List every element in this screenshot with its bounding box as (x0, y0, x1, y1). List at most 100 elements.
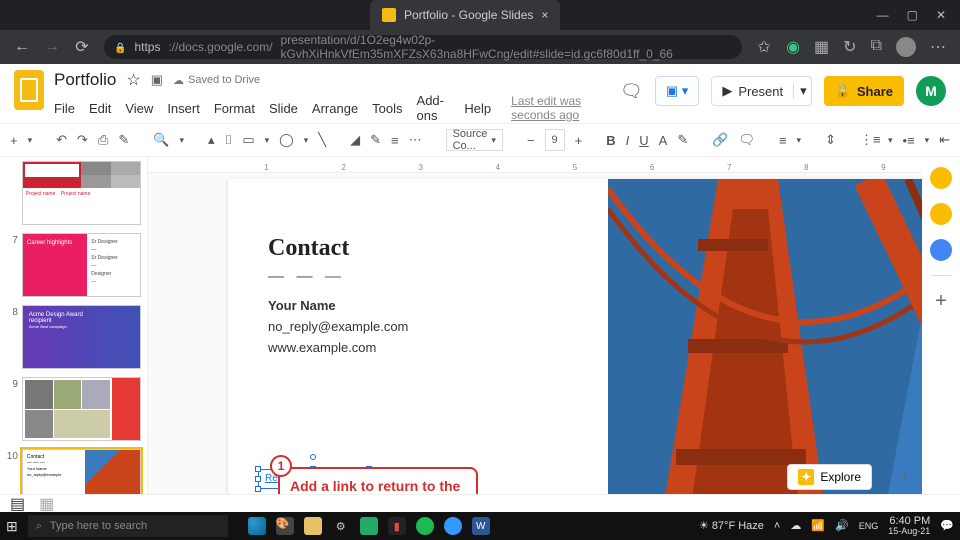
thumbnail-pane[interactable]: Project name Project name 7 Career highl… (0, 157, 148, 494)
tray-volume-icon[interactable]: 🔊 (835, 519, 849, 532)
comments-icon[interactable]: 🗨 (620, 81, 643, 102)
filmstrip-view-icon[interactable]: ▤ (10, 494, 25, 514)
side-expand-icon[interactable]: › (903, 468, 908, 486)
tray-date[interactable]: 15-Aug-21 (888, 527, 930, 537)
ext3-icon[interactable]: ↻ (843, 37, 856, 57)
share-button[interactable]: 🔒 Share (824, 76, 904, 106)
window-maximize-icon[interactable]: ▢ (907, 8, 918, 22)
nav-back-icon[interactable]: ← (14, 39, 30, 55)
comment-button[interactable]: 🗨 (738, 132, 755, 148)
link-button[interactable]: 🔗 (712, 132, 728, 148)
font-select[interactable]: Source Co...▾ (446, 129, 503, 151)
num-list-button[interactable]: ⋮≡ (860, 132, 878, 148)
bold-button[interactable]: B (606, 133, 615, 148)
menu-addons[interactable]: Add-ons (417, 93, 451, 123)
tray-language[interactable]: ENG (859, 521, 879, 531)
taskbar-app-explorer[interactable] (304, 517, 322, 535)
add-addon-icon[interactable]: + (935, 290, 947, 313)
new-slide-menu[interactable]: ▾ (28, 135, 33, 146)
menu-format[interactable]: Format (214, 101, 255, 116)
menu-slide[interactable]: Slide (269, 101, 298, 116)
window-close-icon[interactable]: ✕ (936, 8, 946, 22)
menu-arrange[interactable]: Arrange (312, 101, 358, 116)
underline-button[interactable]: U (639, 133, 648, 148)
explore-button[interactable]: ✦ Explore (787, 464, 872, 490)
move-icon[interactable]: ▣ (151, 72, 163, 88)
calendar-addon-icon[interactable] (930, 167, 952, 189)
taskbar-app-settings[interactable]: ⚙ (332, 517, 350, 535)
italic-button[interactable]: I (626, 133, 630, 148)
slide-email[interactable]: no_reply@example.com (268, 317, 408, 338)
slide-thumb-active[interactable]: 10 Contact— — —Your Nameno_reply@example (6, 449, 141, 494)
taskbar-app-office[interactable]: ▮ (388, 517, 406, 535)
tray-network-icon[interactable]: 📶 (811, 519, 825, 532)
nav-reload-icon[interactable]: ⟳ (74, 39, 90, 55)
slide-thumb[interactable]: Project name Project name (6, 161, 141, 225)
image-tool[interactable]: ▭ (242, 132, 254, 148)
menu-tools[interactable]: Tools (372, 101, 402, 116)
redo-button[interactable]: ↷ (77, 132, 88, 148)
nav-forward-icon[interactable]: → (44, 39, 60, 55)
menu-icon[interactable]: ⋯ (930, 37, 946, 57)
tasks-addon-icon[interactable] (930, 239, 952, 261)
account-avatar[interactable]: M (916, 76, 946, 106)
highlight-button[interactable]: ✎ (677, 132, 688, 148)
menu-help[interactable]: Help (464, 101, 491, 116)
slide-thumb[interactable]: 9 (6, 377, 141, 441)
taskbar-app-edge[interactable] (248, 517, 266, 535)
slide-website[interactable]: www.example.com (268, 338, 408, 359)
menu-view[interactable]: View (125, 101, 153, 116)
outdent-button[interactable]: ⇤ (939, 132, 950, 148)
slide-image[interactable] (608, 179, 922, 494)
font-inc-button[interactable]: + (575, 133, 583, 148)
slide-canvas[interactable]: Contact — — — Your Name no_reply@example… (228, 179, 922, 494)
menu-edit[interactable]: Edit (89, 101, 111, 116)
ext1-icon[interactable]: ◉ (786, 37, 800, 57)
border-color-button[interactable]: ✎ (370, 132, 381, 148)
slideshow-button[interactable]: ▣ ▾ (655, 76, 699, 106)
slide-name[interactable]: Your Name (268, 296, 408, 317)
font-dec-button[interactable]: − (527, 133, 535, 148)
tab-close-icon[interactable]: × (541, 8, 548, 22)
border-dash-button[interactable]: ⋯ (409, 132, 422, 148)
favorite-icon[interactable]: ✩ (756, 39, 772, 55)
address-bar[interactable]: https://docs.google.com/presentation/d/1… (104, 35, 742, 59)
slide-thumb[interactable]: 7 Career highlightsSr Designer—Sr Design… (6, 233, 141, 297)
last-edit[interactable]: Last edit was seconds ago (511, 94, 610, 122)
textbox-tool[interactable]: ⌷ (225, 132, 233, 148)
menu-file[interactable]: File (54, 101, 75, 116)
doc-title[interactable]: Portfolio (54, 70, 116, 90)
line-spacing-button[interactable]: ⇕ (825, 132, 836, 148)
undo-button[interactable]: ↶ (56, 132, 67, 148)
present-button[interactable]: ▶ Present▾ (711, 76, 811, 106)
ext2-icon[interactable]: ▦ (814, 37, 829, 57)
align-button[interactable]: ≡ (779, 133, 787, 148)
taskbar-search[interactable]: ⌕ Type here to search (28, 515, 228, 537)
print-button[interactable]: ⎙ (98, 132, 108, 148)
menu-insert[interactable]: Insert (167, 101, 200, 116)
new-slide-button[interactable]: + (10, 133, 18, 148)
taskbar-app-2[interactable]: 🎨 (276, 517, 294, 535)
taskbar-app-spotify[interactable] (416, 517, 434, 535)
tray-notifications-icon[interactable]: 💬 (940, 519, 954, 532)
text-color-button[interactable]: A (659, 133, 668, 148)
slide-heading[interactable]: Contact (268, 235, 408, 262)
zoom-button[interactable]: 🔍 (153, 132, 169, 148)
slide-thumb[interactable]: 8 Acme Design AwardrecipientAcme Best ca… (6, 305, 141, 369)
taskbar-app-qb[interactable] (444, 517, 462, 535)
slides-logo-icon[interactable] (14, 70, 44, 110)
weather-widget[interactable]: ☀ 87°F Haze (699, 519, 764, 532)
tray-expand-icon[interactable]: ˄ (774, 520, 780, 532)
slide-canvas-area[interactable]: 123456789 (148, 157, 922, 494)
browser-tab[interactable]: Portfolio - Google Slides × (370, 0, 560, 30)
tray-onedrive-icon[interactable]: ☁ (790, 519, 801, 532)
window-minimize-icon[interactable]: ― (877, 8, 889, 22)
bullet-list-button[interactable]: •≡ (903, 133, 915, 148)
start-button[interactable]: ⊞ (6, 518, 18, 535)
select-tool[interactable]: ▴ (208, 132, 215, 148)
font-size-input[interactable]: 9 (545, 129, 565, 151)
taskbar-app-store[interactable] (360, 517, 378, 535)
taskbar-app-word[interactable]: W (472, 517, 490, 535)
fill-color-button[interactable]: ◢ (350, 132, 360, 148)
keep-addon-icon[interactable] (930, 203, 952, 225)
